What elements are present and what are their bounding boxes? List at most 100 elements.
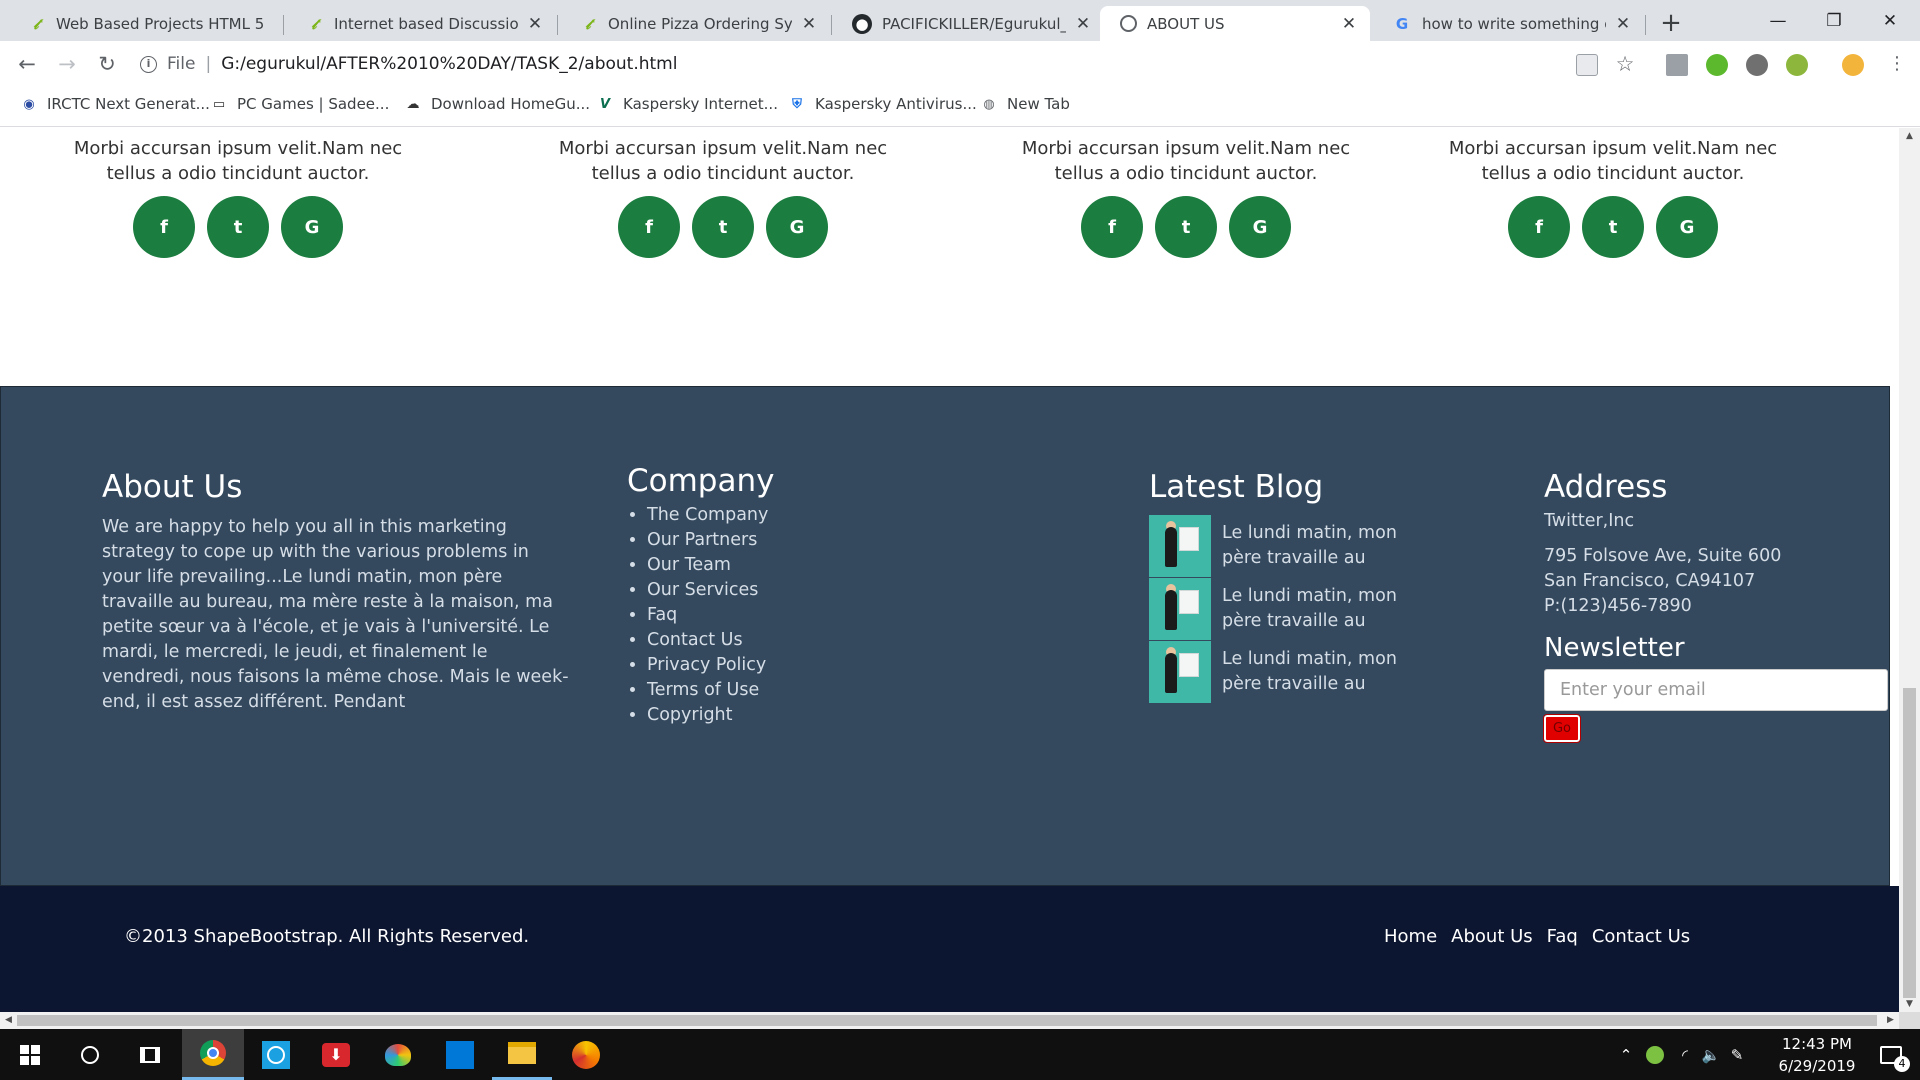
newsletter-email-input[interactable]: Enter your email	[1544, 669, 1888, 711]
green-tray-icon[interactable]	[1646, 1045, 1664, 1064]
calculator-taskbar-icon[interactable]	[430, 1029, 490, 1080]
google-icon[interactable]: G	[1656, 196, 1718, 258]
member-desc: Morbi accursan ipsum velit.Nam nec tellus…	[73, 138, 403, 184]
olive-extension-icon[interactable]	[1786, 54, 1808, 76]
scrollbar-thumb[interactable]	[17, 1015, 1877, 1026]
blog-post[interactable]: Le lundi matin, mon père travaille au	[1149, 578, 1412, 641]
newsletter-go-button[interactable]: Go	[1543, 714, 1581, 743]
chevron-up-icon[interactable]: ⌃	[1614, 1046, 1638, 1064]
task-view-icon[interactable]	[120, 1029, 180, 1080]
tab-4-active[interactable]: ABOUT US ✕	[1100, 6, 1370, 41]
footer-nav-about[interactable]: About Us	[1451, 926, 1533, 947]
tab-2[interactable]: 𝓉 Online Pizza Ordering Systen ✕	[558, 6, 830, 41]
volume-icon[interactable]: 🔈	[1698, 1046, 1724, 1064]
twitter-icon[interactable]: t	[1155, 196, 1217, 258]
notification-count: 4	[1894, 1055, 1910, 1072]
pen-icon[interactable]: ✎	[1724, 1046, 1750, 1064]
google-icon[interactable]: G	[766, 196, 828, 258]
scroll-right-arrow-icon[interactable]: ▶	[1882, 1012, 1899, 1029]
tab-title: ABOUT US	[1147, 14, 1225, 33]
maximize-button[interactable]: ❐	[1806, 0, 1862, 41]
info-icon[interactable]: i	[140, 55, 157, 73]
company-link[interactable]: Our Partners	[647, 528, 774, 553]
address-bar[interactable]: i File | G:/egurukul/AFTER%2010%20DAY/TA…	[140, 48, 1680, 80]
facebook-icon[interactable]: f	[133, 196, 195, 258]
bookmark-new-tab[interactable]: ◍ New Tab	[980, 95, 1070, 113]
company-link[interactable]: Terms of Use	[647, 678, 774, 703]
tab-1[interactable]: 𝓉 Internet based Discussion Fo ✕	[284, 6, 556, 41]
pdf-extension-icon[interactable]	[1666, 54, 1688, 76]
company-link[interactable]: Faq	[647, 603, 774, 628]
windows-start-icon[interactable]	[0, 1029, 60, 1080]
bookmark-download[interactable]: ☁ Download HomeGu...	[404, 95, 591, 113]
tab-5[interactable]: G how to write something on c ✕	[1372, 6, 1644, 41]
chrome-taskbar-icon[interactable]	[182, 1029, 244, 1080]
footer-main: About Us We are happy to help you all in…	[0, 386, 1890, 886]
bookmark-kaspersky-internet[interactable]: V Kaspersky Internet...	[596, 95, 778, 113]
google-icon[interactable]: G	[281, 196, 343, 258]
search-icon[interactable]	[60, 1029, 120, 1080]
member-desc: Morbi accursan ipsum velit.Nam nec tellus…	[558, 138, 888, 184]
footer-nav-contact[interactable]: Contact Us	[1592, 926, 1690, 947]
company-link[interactable]: Privacy Policy	[647, 653, 774, 678]
scroll-left-arrow-icon[interactable]: ◀	[0, 1012, 17, 1029]
company-link[interactable]: Contact Us	[647, 628, 774, 653]
blog-post[interactable]: Le lundi matin, mon père travaille au	[1149, 515, 1412, 578]
file-explorer-icon[interactable]	[492, 1029, 552, 1080]
facebook-icon[interactable]: f	[1508, 196, 1570, 258]
bookmark-kaspersky-antivirus[interactable]: ⛨ Kaspersky Antivirus...	[788, 95, 977, 113]
footer-nav: Home About Us Faq Contact Us	[1384, 926, 1690, 947]
reload-button[interactable]: ↻	[92, 49, 122, 79]
tab-title: how to write something on c	[1422, 14, 1606, 33]
taskbar-clock[interactable]: 12:43 PM 6/29/2019	[1762, 1033, 1872, 1077]
footer-nav-home[interactable]: Home	[1384, 926, 1437, 947]
facebook-icon[interactable]: f	[618, 196, 680, 258]
twitter-icon[interactable]: t	[1582, 196, 1644, 258]
close-icon[interactable]: ✕	[1074, 14, 1092, 34]
blog-excerpt: Le lundi matin, mon père travaille au	[1222, 586, 1397, 631]
paint-taskbar-icon[interactable]	[368, 1029, 428, 1080]
blog-post[interactable]: Le lundi matin, mon père travaille au	[1149, 641, 1412, 704]
footer-nav-faq[interactable]: Faq	[1547, 926, 1578, 947]
wifi-icon[interactable]: ◜	[1672, 1046, 1698, 1064]
facebook-icon[interactable]: f	[1081, 196, 1143, 258]
bookmark-irctc[interactable]: ◉ IRCTC Next Generat...	[20, 95, 210, 113]
forward-button[interactable]: →	[52, 49, 82, 79]
close-icon[interactable]: ✕	[1614, 14, 1632, 34]
scroll-up-arrow-icon[interactable]: ▲	[1899, 128, 1920, 144]
new-tab-button[interactable]: +	[1656, 8, 1686, 38]
google-icon: G	[1395, 14, 1409, 33]
tab-3[interactable]: ● PACIFICKILLER/Egurukul_TAS ✕	[832, 6, 1104, 41]
company-link[interactable]: The Company	[647, 503, 774, 528]
blog-excerpt: Le lundi matin, mon père travaille au	[1222, 523, 1397, 568]
green-extension-icon[interactable]	[1706, 54, 1728, 76]
download-manager-icon[interactable]: ⬇	[306, 1029, 366, 1080]
notification-center-icon[interactable]: 4	[1868, 1029, 1914, 1080]
film-extension-icon[interactable]	[1746, 54, 1768, 76]
bookmark-star-icon[interactable]: ☆	[1614, 54, 1636, 76]
translate-icon[interactable]	[1576, 54, 1598, 76]
clock-date: 6/29/2019	[1778, 1057, 1856, 1075]
twitter-icon[interactable]: t	[692, 196, 754, 258]
profile-avatar-icon[interactable]	[1842, 54, 1864, 76]
close-icon[interactable]: ✕	[1340, 14, 1358, 34]
twitter-icon[interactable]: t	[207, 196, 269, 258]
company-link[interactable]: Our Services	[647, 578, 774, 603]
vertical-scrollbar[interactable]: ▲ ▼	[1899, 128, 1920, 1012]
close-icon[interactable]: ✕	[800, 14, 818, 34]
back-button[interactable]: ←	[12, 49, 42, 79]
edge-taskbar-icon[interactable]	[556, 1029, 616, 1080]
tab-0[interactable]: 𝓉 Web Based Projects HTML 5	[6, 6, 280, 41]
menu-icon[interactable]: ⋮	[1882, 49, 1912, 79]
company-link[interactable]: Our Team	[647, 553, 774, 578]
window-close-button[interactable]: ✕	[1862, 0, 1918, 41]
horizontal-scrollbar[interactable]: ◀ ▶	[0, 1012, 1899, 1029]
company-link[interactable]: Copyright	[647, 703, 774, 728]
whatsapp-taskbar-icon[interactable]	[246, 1029, 306, 1080]
scroll-down-arrow-icon[interactable]: ▼	[1899, 996, 1920, 1012]
google-icon[interactable]: G	[1229, 196, 1291, 258]
minimize-button[interactable]: —	[1750, 0, 1806, 41]
scrollbar-thumb[interactable]	[1903, 688, 1916, 998]
bookmark-pc-games[interactable]: ▭ PC Games | Sadee...	[210, 95, 390, 113]
close-icon[interactable]: ✕	[526, 14, 544, 34]
